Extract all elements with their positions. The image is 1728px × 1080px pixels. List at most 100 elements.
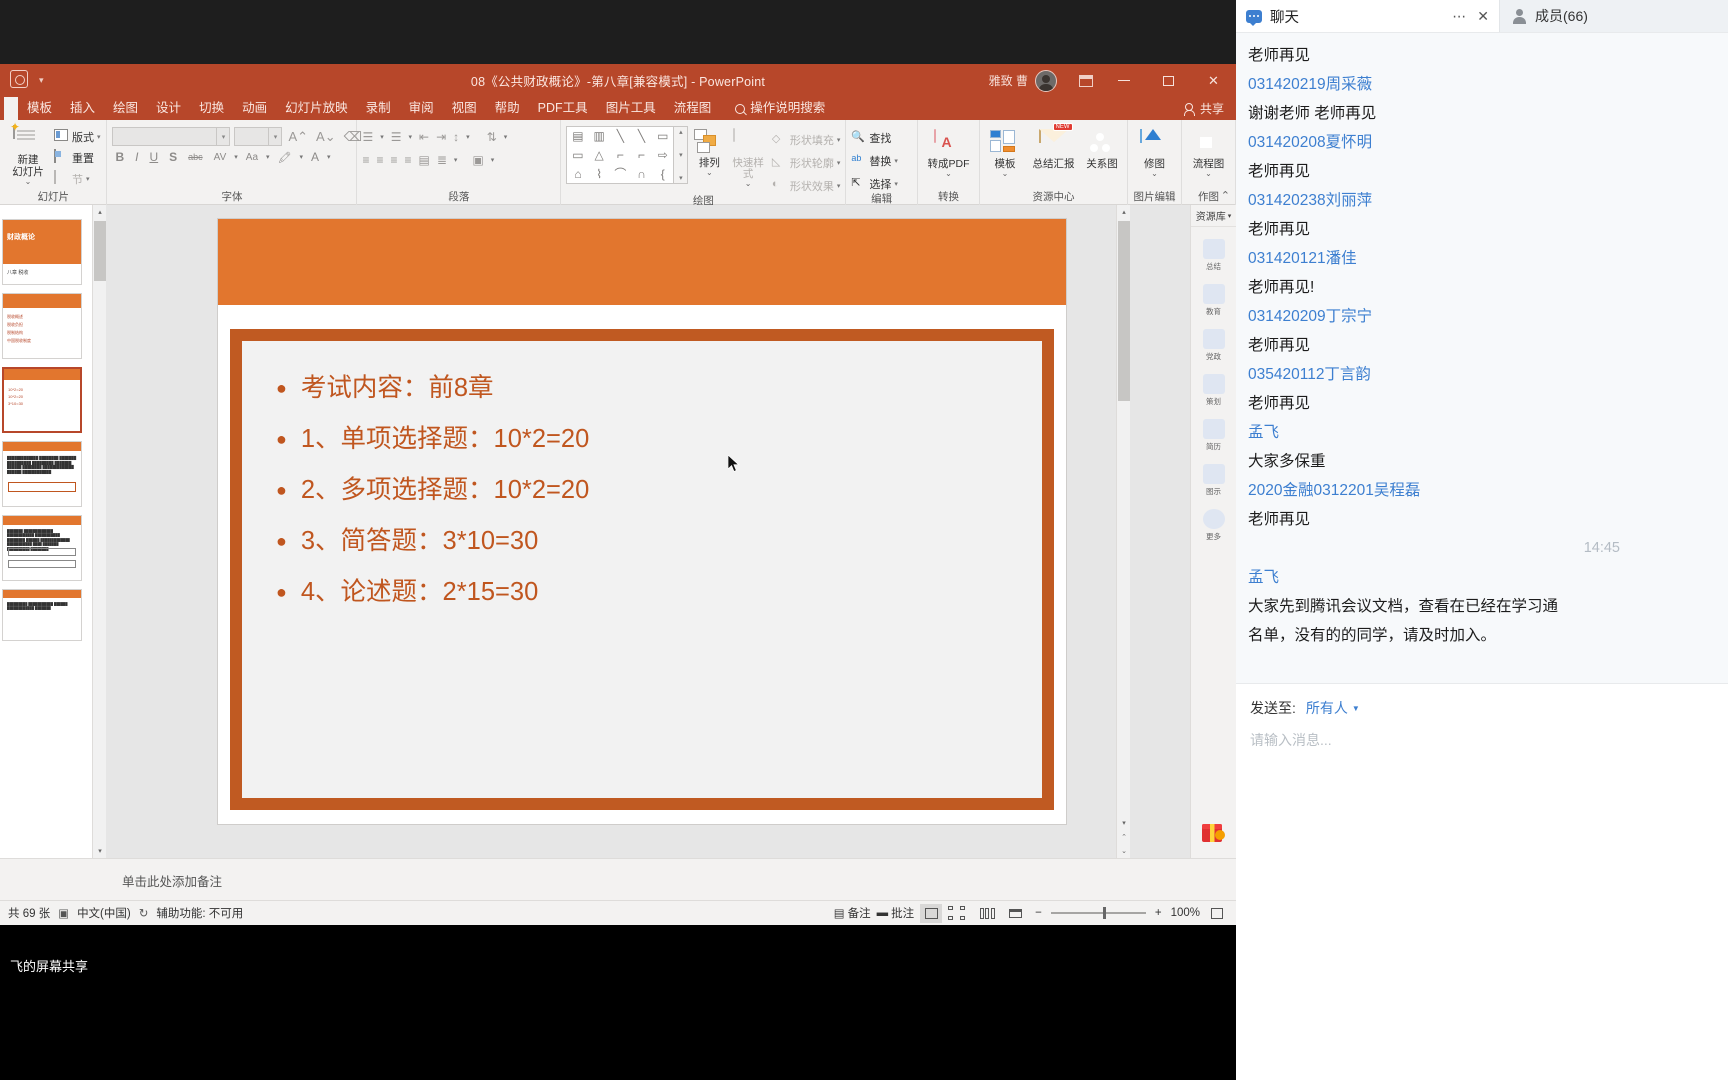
chevron-down-icon[interactable]: ▾ [491,156,495,164]
character-spacing-button[interactable]: AV [211,152,230,163]
decrease-font-size-button[interactable]: A⌄ [314,129,338,145]
chevron-down-icon[interactable]: ▾ [504,133,508,141]
chevron-down-icon[interactable]: ▾ [837,182,841,190]
align-text-button[interactable]: ≣ [437,153,447,167]
chevron-down-icon[interactable]: ⌄ [706,169,713,177]
close-icon[interactable]: ✕ [1477,8,1489,25]
tab-animations[interactable]: 动画 [233,98,276,119]
reading-view-button[interactable] [976,904,998,923]
chevron-down-icon[interactable]: ▾ [454,156,458,164]
next-slide-icon[interactable]: ⌄ [1117,844,1131,858]
tab-members[interactable]: 成员(66) [1499,0,1728,32]
chevron-down-icon[interactable]: ▾ [894,157,898,165]
layout-button[interactable]: 版式 ▾ [54,127,101,146]
line-spacing-button[interactable]: ↕ [453,130,459,144]
shapes-gallery-scroll[interactable]: ▴ ▾ ▾ [674,126,689,184]
previous-slide-icon[interactable]: ⌃ [1117,830,1131,844]
convert-to-pdf-button[interactable]: 转成PDF ⌄ [923,127,974,178]
notes-pane[interactable]: 单击此处添加备注 [0,858,1236,900]
align-right-button[interactable]: ≡ [390,153,397,167]
rail-item-more[interactable]: 更多 [1191,509,1236,542]
find-button[interactable]: 🔍 查找 [851,128,891,147]
more-options-icon[interactable]: ⋯ [1452,8,1466,25]
slide-sorter-view-button[interactable] [948,904,970,923]
rail-item-diagram[interactable]: 图示 [1191,464,1236,497]
tab-chat[interactable]: 聊天 ⋯ ✕ [1236,0,1499,32]
ribbon-display-options-icon[interactable] [1071,64,1101,97]
chat-input[interactable]: 请输入消息... [1236,718,1728,750]
section-button[interactable]: 节 ▾ [54,169,101,188]
underline-button[interactable]: U [146,150,161,164]
scroll-down-icon[interactable]: ▾ [1117,816,1131,830]
chevron-down-icon[interactable]: ▾ [894,180,898,188]
tab-pdf-tools[interactable]: PDF工具 [529,98,597,119]
change-case-button[interactable]: Aa [243,152,261,163]
scroll-down-icon[interactable]: ▾ [93,844,107,858]
tab-flowchart[interactable]: 流程图 [665,98,721,119]
rail-item-summary[interactable]: 总结 [1191,239,1236,272]
fit-slide-to-window-button[interactable] [1206,904,1228,923]
chat-message-list[interactable]: 老师再见 031420219周采薇 谢谢老师 老师再见 031420208夏怀明… [1236,33,1728,683]
decrease-indent-button[interactable]: ⇤ [419,130,429,144]
zoom-level-label[interactable]: 100% [1171,907,1200,919]
quick-styles-button[interactable]: 快速样式 ⌄ [730,126,765,188]
minimize-button[interactable] [1101,64,1146,97]
thumbnail-slide-4[interactable]: █████████████ ████████ ███████ █████████… [2,441,82,507]
text-direction-button[interactable]: ⇅ [487,130,497,144]
tab-help[interactable]: 帮助 [486,98,529,119]
shape-outline-button[interactable]: ◺ 形状轮廓 ▾ [772,153,841,172]
increase-indent-button[interactable]: ⇥ [436,130,446,144]
increase-font-size-button[interactable]: A⌃ [286,129,310,145]
thumbnail-slide-1[interactable]: 财政概论 八章 税收 [2,219,82,285]
relation-diagram-button[interactable]: 关系图 [1082,127,1122,170]
slide-canvas[interactable]: ● 考试内容：前8章 ● 1、单项选择题：10*2=20 ● 2、多项选择题：10*2… [218,219,1066,824]
thumbnail-scrollbar[interactable]: ▴ ▾ [92,205,107,858]
replace-button[interactable]: ab 替换 ▾ [851,151,898,170]
chevron-down-icon[interactable]: ▾ [466,133,470,141]
resource-library-button[interactable]: 资源库 ▾ [1191,205,1236,227]
font-color-button[interactable]: A [308,150,322,164]
zoom-slider[interactable] [1050,907,1146,919]
tell-me-search[interactable]: 操作说明搜索 [726,98,834,119]
chevron-down-icon[interactable]: ⌄ [1205,170,1212,178]
tab-review[interactable]: 审阅 [400,98,443,119]
columns-button[interactable]: ▤ [419,153,430,167]
bold-button[interactable]: B [112,150,127,164]
font-name-input[interactable]: ▾ [112,127,231,146]
notes-button[interactable]: ▤ 备注 [834,905,871,921]
chevron-down-icon[interactable]: ▾ [837,136,841,144]
close-button[interactable]: ✕ [1191,64,1236,97]
tab-design[interactable]: 设计 [147,98,190,119]
chevron-down-icon[interactable]: ⌄ [25,178,32,186]
slideshow-view-button[interactable] [1004,904,1026,923]
slide-vertical-scrollbar[interactable]: ▴ ▾ ⌃ ⌄ [1116,205,1130,858]
convert-smartart-button[interactable]: ▣ [472,153,483,167]
scroll-up-icon[interactable]: ▴ [1117,205,1131,219]
accessibility-label[interactable]: 辅助功能: 不可用 [156,905,243,921]
chevron-down-icon[interactable]: ▾ [234,153,238,161]
tab-slideshow[interactable]: 幻灯片放映 [276,98,357,119]
accessibility-check-icon[interactable]: ▣ [58,906,69,920]
chevron-down-icon[interactable]: ▾ [380,133,384,141]
numbering-button[interactable]: ☰ [391,130,402,144]
scrollbar-thumb[interactable] [1118,221,1130,401]
tab-insert[interactable]: 插入 [61,98,104,119]
chevron-down-icon[interactable]: ▾ [837,159,841,167]
align-center-button[interactable]: ≡ [376,153,383,167]
summary-report-button[interactable]: NEW 总结汇报 [1031,123,1076,170]
shapes-gallery[interactable]: ▤ ▥ ╲ ╲ ▭ ▭ △ ⌐ ⌐ ⇨ ⌂ ⌇ ⌒ ∩ { [566,126,675,184]
normal-view-button[interactable] [920,903,943,923]
collapse-ribbon-icon[interactable]: ⌃ [1221,189,1230,202]
share-button[interactable]: 幻灯片 共享 [1183,100,1224,117]
maximize-button[interactable] [1146,64,1191,97]
avatar[interactable] [1035,69,1057,92]
thumbnail-slide-6[interactable]: █████████ ███████████ ██████ ███████████… [2,589,82,641]
shape-fill-button[interactable]: ◇ 形状填充 ▾ [772,130,841,149]
strikethrough-button[interactable]: abc [185,152,206,162]
select-button[interactable]: ⇱ 选择 ▾ [851,174,898,193]
flowchart-button[interactable]: 流程图 ⌄ [1187,127,1230,178]
chevron-down-icon[interactable]: ▾ [97,133,101,141]
text-highlight-button[interactable]: 🖍 [275,151,295,164]
tab-view[interactable]: 视图 [443,98,486,119]
rail-item-education[interactable]: 教育 [1191,284,1236,317]
